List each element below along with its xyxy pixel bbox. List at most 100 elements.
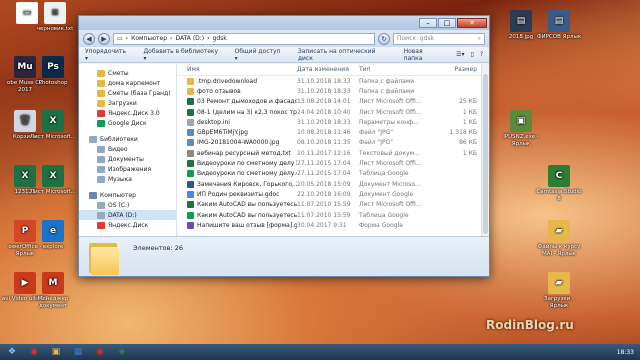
- file-row[interactable]: вебинар ресурсный метод.txt 10.11.2017 12…: [177, 148, 489, 158]
- file-row[interactable]: Видеоуроки по сметному делу [Бланк]...27…: [177, 158, 489, 168]
- new-folder-button[interactable]: Новая папка: [404, 48, 443, 62]
- breadcrumb-computer[interactable]: Компьютер: [131, 35, 167, 42]
- scrollbar-thumb[interactable]: [483, 74, 488, 234]
- explorer-taskbar-icon[interactable]: ▣: [46, 345, 66, 359]
- opera-icon[interactable]: ◉: [24, 345, 44, 359]
- file-row[interactable]: 08-1 (делим на 3) к2,3 покос травы Сл...…: [177, 107, 489, 117]
- file-row[interactable]: ИП Родин реквизиты.gdoc 22.10.2018 16:09 Д…: [177, 189, 489, 199]
- file-row[interactable]: Каким AutoCAD вы пользуетесь_ (Ответ...1…: [177, 200, 489, 210]
- file-name-cell: вебинар ресурсный метод.txt: [177, 149, 297, 157]
- desktop-icon[interactable]: Ps Photoshop: [28, 56, 78, 87]
- file-row[interactable]: Напишите ваш отзыв [форма].gform30.04.20…: [177, 220, 489, 230]
- search-icon: ⌕: [477, 34, 481, 42]
- minimize-button[interactable]: –: [419, 18, 437, 28]
- desktop-icon[interactable]: M Менеджер документ: [28, 272, 78, 310]
- nav-item[interactable]: Видео: [79, 144, 176, 154]
- document-manager-icon: M: [42, 272, 64, 294]
- file-row[interactable]: Видеоуроки по сметному делу.gsheet27.11.…: [177, 169, 489, 179]
- file-row[interactable]: 03 Ремонт дымоходов и фасадов1 (3...13.0…: [177, 97, 489, 107]
- chevron-right-icon: ›: [207, 35, 210, 42]
- maximize-button[interactable]: □: [438, 18, 456, 28]
- share-button[interactable]: Общий доступ ▾: [235, 48, 284, 62]
- desktop-icon[interactable]: e explore: [28, 220, 78, 251]
- nav-item[interactable]: Google Диск: [79, 118, 176, 128]
- desktop-icon[interactable]: ≡ черновик.txt: [30, 2, 80, 33]
- nav-item[interactable]: Музыка: [79, 174, 176, 184]
- close-button[interactable]: ✕: [457, 18, 487, 28]
- nav-item[interactable]: DATA (D:): [79, 210, 176, 220]
- nav-item[interactable]: Яндекс.Диск 3.0: [79, 108, 176, 118]
- breadcrumb-drive[interactable]: DATA (D:): [175, 35, 204, 42]
- nav-item[interactable]: Изображения: [79, 164, 176, 174]
- desktop-icon[interactable]: ▤ ФИРСОВ Ярлык: [534, 10, 584, 41]
- file-name: Каким AutoCAD вы пользуетесь_ (Ответ...: [197, 201, 297, 209]
- file-row[interactable]: фото отзывов 31.10.2018 18:33 Папка с файл…: [177, 86, 489, 96]
- file-row[interactable]: Замечания Кировск, Горького, 23.docx10.0…: [177, 179, 489, 189]
- breadcrumb-folder[interactable]: gdsk: [213, 35, 227, 42]
- help-icon[interactable]: ?: [480, 51, 483, 58]
- folder-icon: [97, 99, 105, 107]
- vertical-scrollbar[interactable]: [481, 64, 489, 236]
- excel-file-icon: [187, 108, 194, 116]
- desktop-icon[interactable]: ▰ Загрузки - Ярлык: [534, 272, 584, 310]
- column-size[interactable]: Размер: [421, 66, 481, 73]
- search-input[interactable]: Поиск: gdsk ⌕: [393, 32, 485, 45]
- watermark: RodinBlog.ru: [486, 318, 574, 332]
- file-date: 10.11.2017 12:16: [297, 149, 351, 157]
- nav-item[interactable]: дома карпемонт: [79, 78, 176, 88]
- file-row[interactable]: Каким AutoCAD вы пользуетесь_.gsheet11.0…: [177, 210, 489, 220]
- nav-item[interactable]: OS (C:): [79, 200, 176, 210]
- nav-item-label: Сметы (база Гранд): [108, 89, 171, 97]
- nav-item[interactable]: Яндекс.Диск: [79, 220, 176, 230]
- nav-item[interactable]: Сметы: [79, 68, 176, 78]
- file-row[interactable]: GBpEM6TiMjY.jpg 10.08.2018 11:46 Файл "JPG…: [177, 127, 489, 137]
- file-name-cell: Напишите ваш отзыв [форма].gform: [177, 221, 297, 229]
- file-type: Лист Microsoft Offi...: [359, 98, 421, 106]
- app2-taskbar-icon[interactable]: ◈: [112, 345, 132, 359]
- browser-taskbar-icon[interactable]: ◉: [90, 345, 110, 359]
- column-name[interactable]: Имя: [177, 66, 297, 73]
- file-type: Форма Google: [359, 221, 403, 229]
- desktop-icon[interactable]: ▣ IPUSNZ.exe - Ярлык: [496, 110, 546, 148]
- nav-item-label: Видео: [108, 145, 128, 153]
- nav-item[interactable]: Компьютер: [79, 190, 176, 200]
- navigation-pane: Сметы дома карпемонт Сметы (база Гранд) Заг…: [79, 64, 177, 236]
- forward-button[interactable]: ▶: [98, 32, 110, 45]
- nav-item-label: Компьютер: [100, 191, 136, 199]
- back-button[interactable]: ◀: [83, 32, 95, 45]
- desktop-icon[interactable]: X Лист Microsoft...: [28, 165, 78, 196]
- nav-item[interactable]: Библиотеки: [79, 134, 176, 144]
- file-name-cell: 08-1 (делим на 3) к2,3 покос травы Сл...: [177, 108, 297, 116]
- refresh-button[interactable]: ↻: [378, 32, 390, 45]
- desktop-icon[interactable]: ▰ Файлы к курсу MAI - Ярлык: [534, 220, 584, 258]
- file-type: Лист Microsoft Offi...: [359, 201, 421, 209]
- burn-button[interactable]: Записать на оптический диск: [298, 48, 390, 62]
- desktop-icon[interactable]: C Camtasia Studio 8: [534, 165, 584, 203]
- column-date[interactable]: Дата изменения: [297, 66, 359, 73]
- file-name: GBpEM6TiMjY.jpg: [197, 129, 248, 137]
- desktop-icon-label: Camtasia Studio 8: [536, 189, 582, 202]
- view-options-icon[interactable]: ☰▾: [456, 51, 464, 58]
- nav-item[interactable]: Документы: [79, 154, 176, 164]
- file-row[interactable]: .tmp.drivedownload 31.10.2018 18:33 Папка …: [177, 76, 489, 86]
- app-taskbar-icon[interactable]: ▦: [68, 345, 88, 359]
- desktop-icon-label: Лист Microsoft...: [30, 134, 76, 140]
- drive-icon: [97, 201, 105, 209]
- file-row[interactable]: desktop.ini 31.10.2018 18:33 Параметры кон…: [177, 117, 489, 127]
- start-button[interactable]: ❖: [2, 345, 22, 359]
- address-bar[interactable]: ▭ › Компьютер › DATA (D:) › gdsk: [113, 32, 375, 45]
- title-bar: – □ ✕: [79, 16, 489, 30]
- desktop-icon[interactable]: X Лист Microsoft...: [28, 110, 78, 141]
- organize-button[interactable]: Упорядочить ▾: [85, 48, 129, 62]
- file-name-cell: .tmp.drivedownload: [177, 77, 297, 85]
- add-to-library-button[interactable]: Добавить в библиотеку ▾: [143, 48, 220, 62]
- clock[interactable]: 18:33: [617, 349, 634, 356]
- preview-pane-icon[interactable]: ▯: [471, 51, 474, 58]
- file-row[interactable]: IMG-20181004-WA0000.jpg 08.10.2018 11:35 Ф…: [177, 138, 489, 148]
- file-date: 31.10.2018 18:33: [297, 87, 351, 95]
- nav-item[interactable]: Загрузки: [79, 98, 176, 108]
- details-pane: Элементов: 26: [79, 236, 489, 276]
- nav-item[interactable]: Сметы (база Гранд): [79, 88, 176, 98]
- column-type[interactable]: Тип: [359, 66, 421, 73]
- excel-file-icon: [187, 160, 194, 168]
